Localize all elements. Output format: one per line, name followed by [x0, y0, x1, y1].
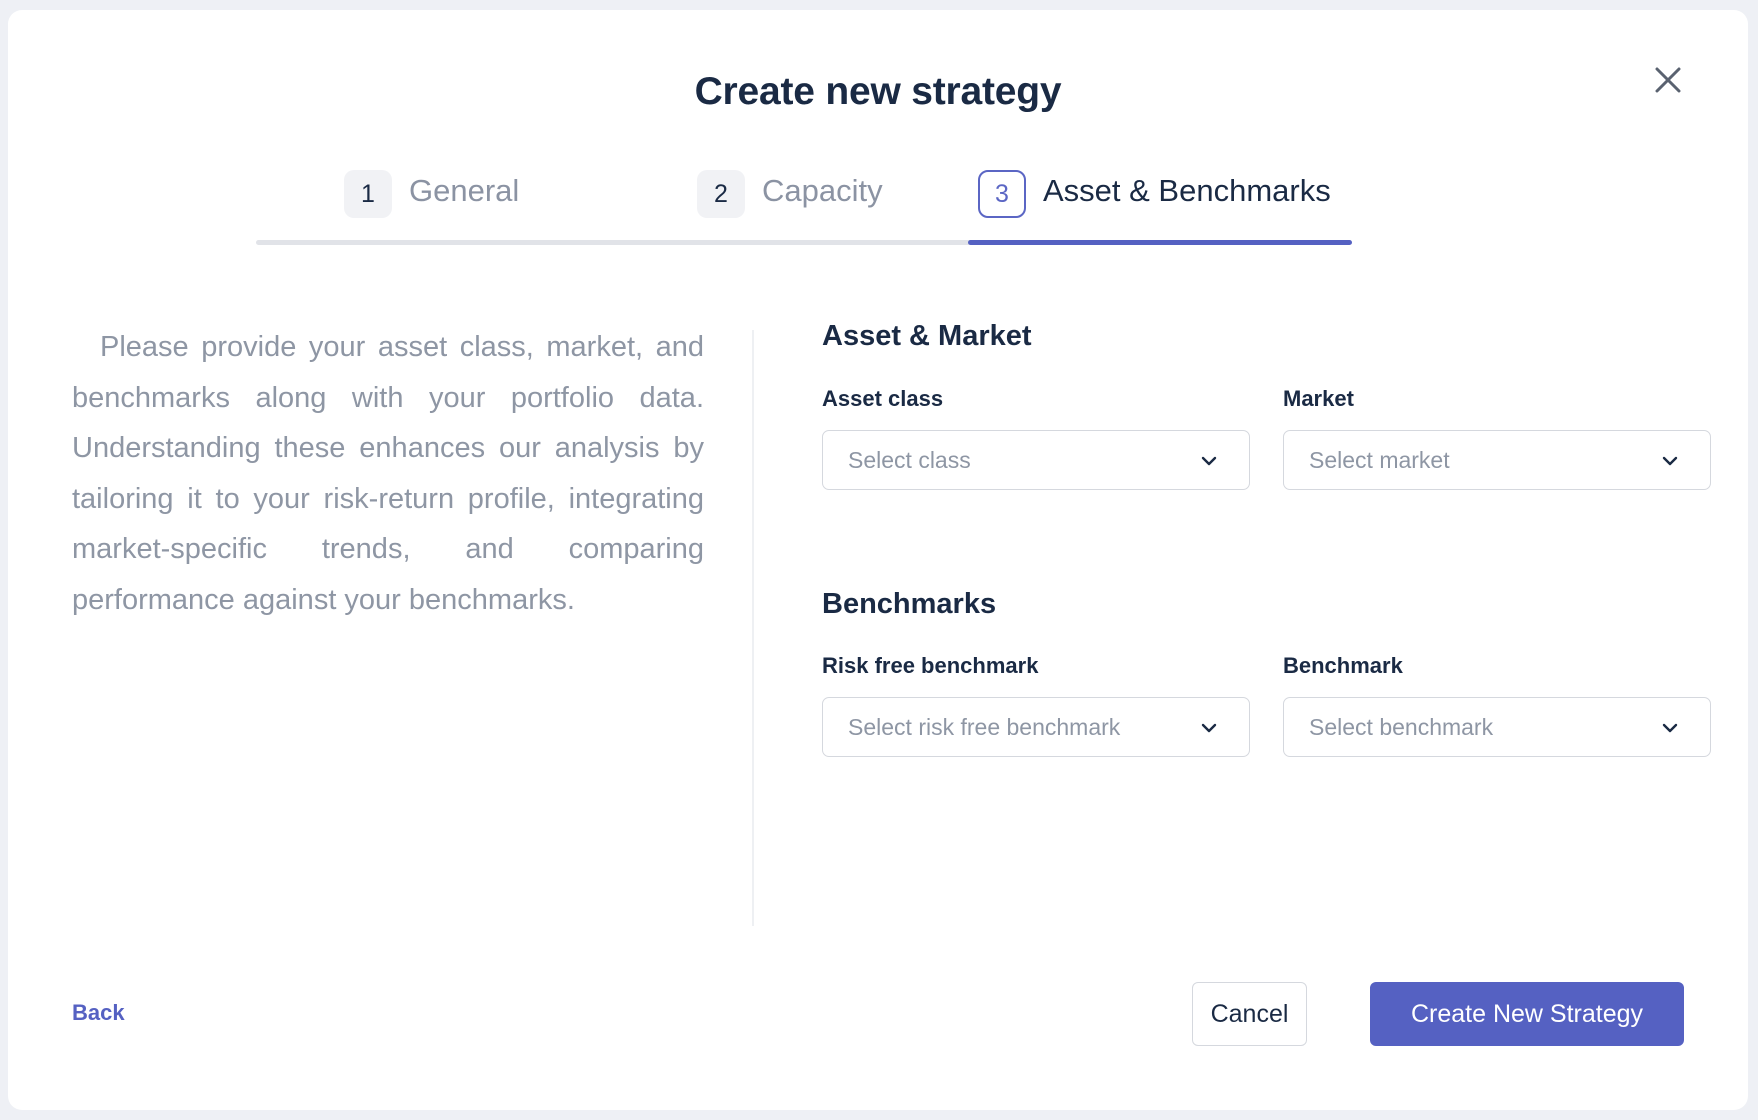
step-progress-bar: [968, 240, 1352, 245]
benchmarks-title: Benchmarks: [822, 588, 997, 620]
close-icon: [1655, 67, 1681, 93]
chevron-down-icon: [1662, 456, 1678, 466]
risk-free-benchmark-select[interactable]: Select risk free benchmark: [822, 697, 1250, 757]
step-number: 1: [344, 170, 392, 218]
asset-class-select[interactable]: Select class: [822, 430, 1250, 490]
cancel-button[interactable]: Cancel: [1192, 982, 1307, 1046]
market-label: Market: [1283, 386, 1354, 411]
asset-class-label: Asset class: [822, 386, 944, 411]
step-number: 3: [978, 170, 1026, 218]
benchmark-placeholder: Select benchmark: [1309, 714, 1494, 740]
benchmark-select[interactable]: Select benchmark: [1283, 697, 1711, 757]
chevron-down-icon: [1201, 456, 1217, 466]
step-description: Please provide your asset class, market,…: [72, 331, 704, 616]
step-number: 2: [697, 170, 745, 218]
market-select[interactable]: Select market: [1283, 430, 1711, 490]
step-progress-bar: [612, 240, 996, 245]
modal-title: Create new strategy: [694, 70, 1062, 113]
back-link[interactable]: Back: [72, 1000, 125, 1026]
close-button[interactable]: [1648, 60, 1688, 100]
step-label: Asset & Benchmarks: [1043, 173, 1331, 208]
asset-market-title: Asset & Market: [822, 320, 1032, 352]
benchmark-label: Benchmark: [1283, 653, 1403, 678]
chevron-down-icon: [1662, 723, 1678, 733]
chevron-down-icon: [1201, 723, 1217, 733]
asset-class-placeholder: Select class: [848, 447, 971, 473]
market-placeholder: Select market: [1309, 447, 1450, 473]
step-label: Capacity: [762, 173, 883, 208]
step-progress-bar: [256, 240, 640, 245]
risk-free-benchmark-label: Risk free benchmark: [822, 653, 1039, 678]
vertical-divider: [752, 330, 754, 926]
risk-free-benchmark-placeholder: Select risk free benchmark: [848, 714, 1121, 740]
create-new-strategy-button[interactable]: Create New Strategy: [1370, 982, 1684, 1046]
step-label: General: [409, 173, 520, 208]
create-strategy-modal: Create new strategy 1 General 2 Capacity…: [8, 10, 1748, 1110]
